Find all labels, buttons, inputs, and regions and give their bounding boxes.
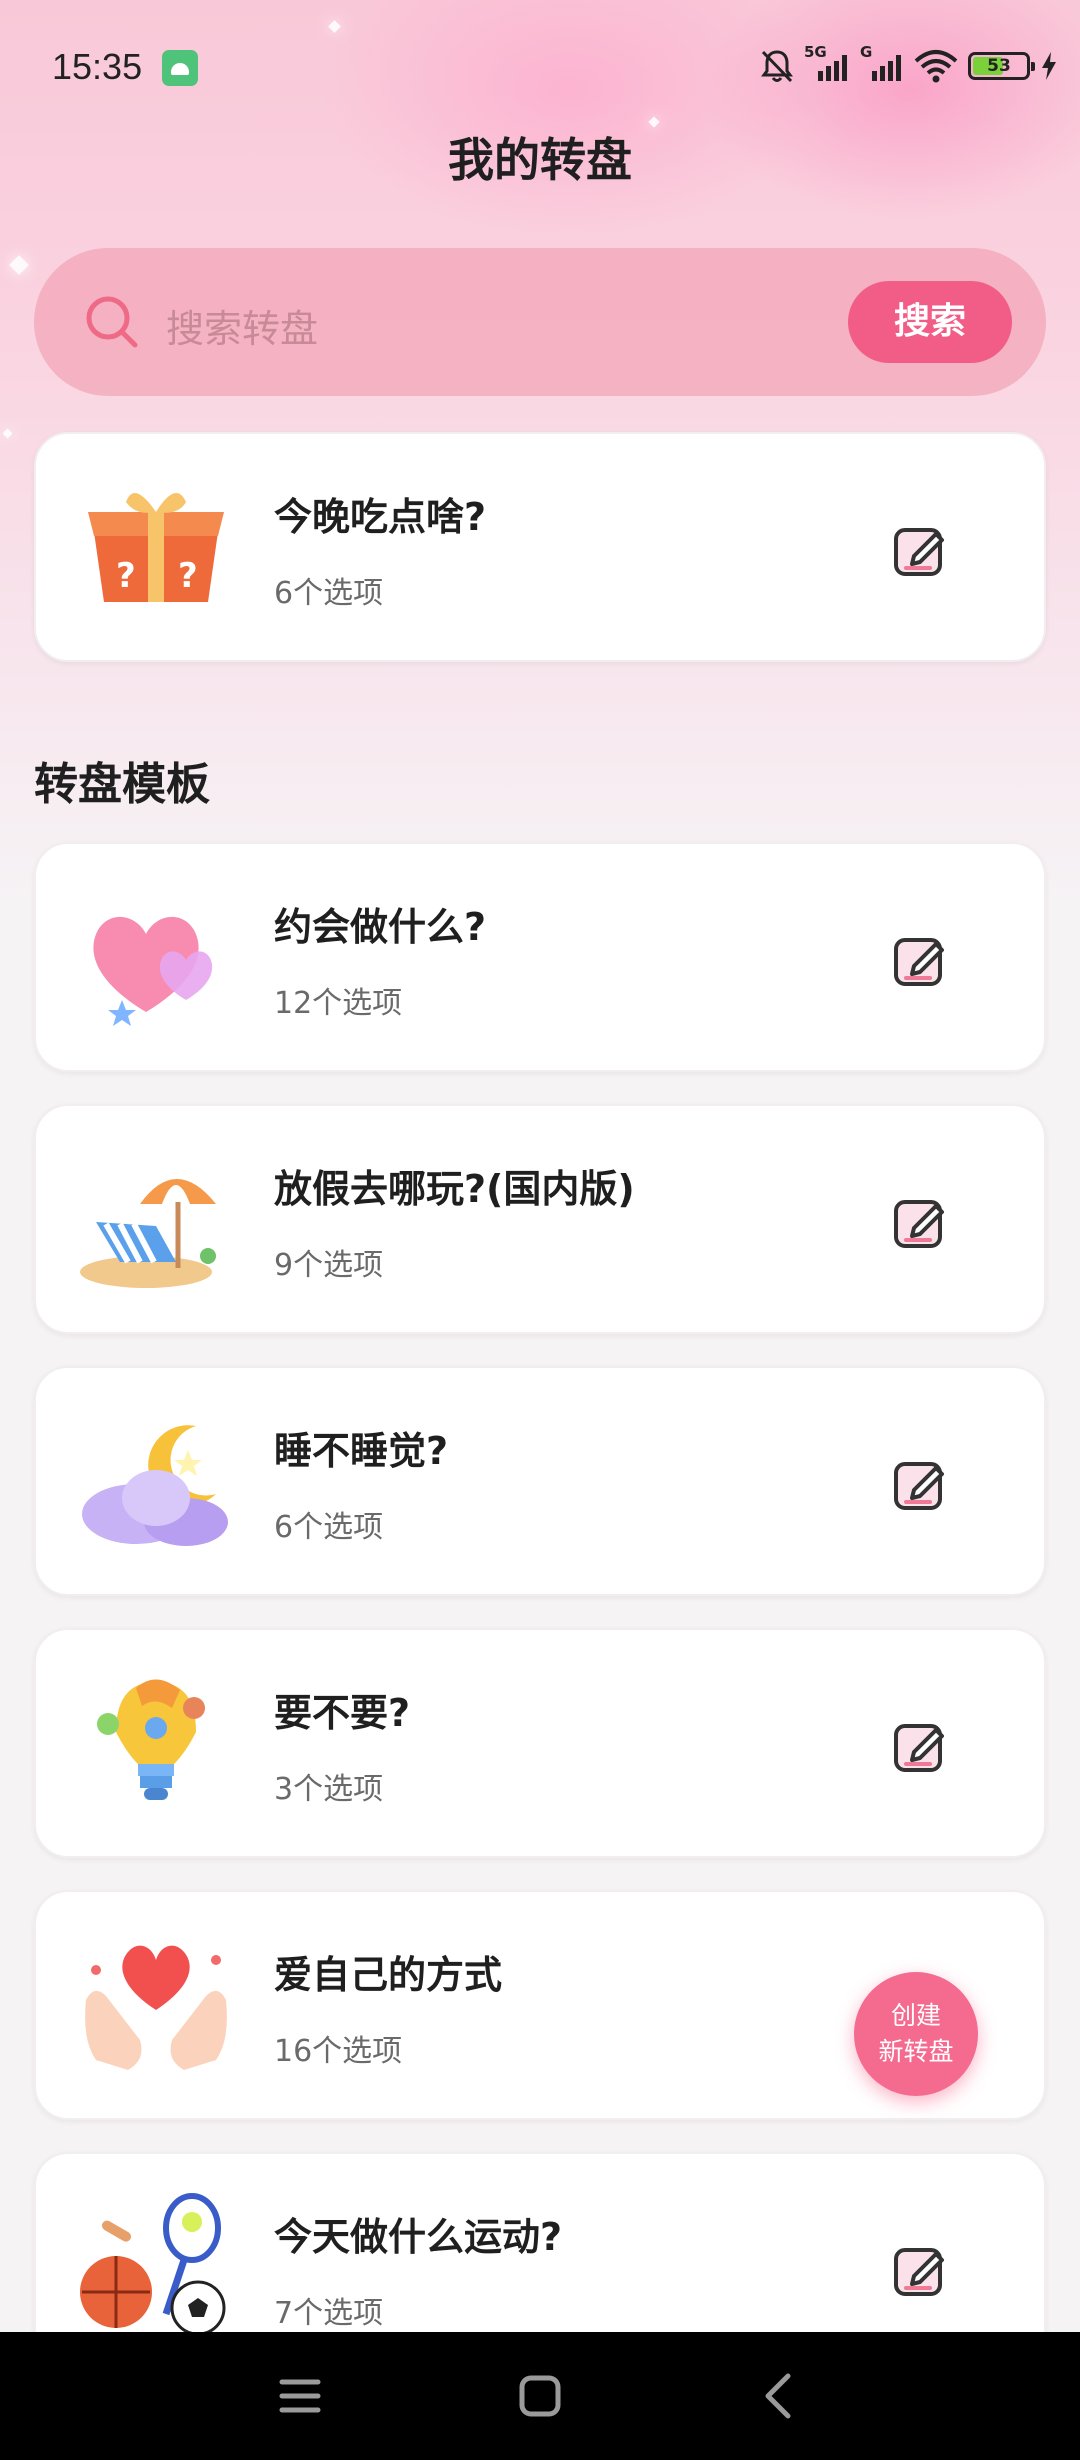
page-title: 我的转盘 — [448, 133, 632, 187]
lightbulb-icon — [97, 1679, 205, 1800]
template-option-count: 12个选项 — [274, 986, 403, 1021]
back-icon[interactable] — [718, 2332, 838, 2460]
cellular-signal-icon: 5G — [804, 43, 850, 81]
template-option-count: 9个选项 — [274, 1248, 384, 1283]
template-title: 今天做什么运动? — [274, 2215, 563, 2259]
template-card[interactable]: 放假去哪玩?(国内版) 9个选项 — [34, 1104, 1046, 1334]
search-bar[interactable]: 搜索转盘 搜索 — [34, 248, 1046, 396]
hearts-icon — [93, 916, 213, 1026]
create-wheel-label-line1: 创建 — [890, 2001, 941, 2030]
search-icon — [86, 296, 138, 348]
edit-icon[interactable] — [892, 1194, 948, 1250]
edit-icon[interactable] — [892, 1718, 948, 1774]
template-title: 睡不睡觉? — [274, 1429, 449, 1473]
sports-balls-icon — [80, 2193, 226, 2336]
svg-text:?: ? — [116, 556, 136, 596]
edit-icon[interactable] — [892, 932, 948, 988]
status-time: 15:35 — [52, 46, 143, 87]
system-navigation-bar — [0, 2332, 1080, 2460]
template-option-count: 16个选项 — [274, 2034, 403, 2069]
search-input[interactable]: 搜索转盘 — [166, 298, 318, 353]
template-title: 爱自己的方式 — [274, 1953, 503, 1997]
template-card[interactable]: 约会做什么? 12个选项 — [34, 842, 1046, 1072]
wheel-title: 今晚吃点啥? — [274, 495, 487, 539]
bell-muted-icon — [761, 50, 793, 83]
battery-icon: 53 — [968, 52, 1035, 80]
status-bar: 15:35 5G G 53 — [0, 0, 1080, 130]
create-wheel-button[interactable]: 创建 新转盘 — [854, 1972, 978, 2096]
create-wheel-label-line2: 新转盘 — [878, 2037, 954, 2066]
edit-icon[interactable] — [892, 2242, 948, 2298]
menu-icon[interactable] — [240, 2332, 360, 2460]
template-option-count: 3个选项 — [274, 1772, 384, 1807]
template-card[interactable]: 睡不睡觉? 6个选项 — [34, 1366, 1046, 1596]
cellular-signal-2-icon: G — [860, 43, 904, 81]
android-app-icon — [162, 50, 198, 86]
template-title: 约会做什么? — [274, 905, 487, 949]
template-title: 放假去哪玩?(国内版) — [274, 1167, 635, 1211]
template-option-count: 7个选项 — [274, 2296, 384, 2331]
edit-icon[interactable] — [892, 522, 948, 578]
template-card[interactable]: 要不要? 3个选项 — [34, 1628, 1046, 1858]
charging-bolt-icon — [1042, 52, 1056, 80]
mystery-box-icon: ? ? — [88, 493, 224, 602]
moon-cloud-icon — [82, 1425, 228, 1546]
heart-hands-icon — [85, 1945, 227, 2070]
wheel-card[interactable]: ? ? 今晚吃点啥? 6个选项 — [34, 432, 1046, 662]
search-button[interactable]: 搜索 — [848, 281, 1012, 363]
template-title: 要不要? — [274, 1691, 411, 1735]
wheel-option-count: 6个选项 — [274, 576, 384, 611]
svg-text:?: ? — [178, 556, 198, 596]
wifi-icon — [914, 50, 958, 83]
template-option-count: 6个选项 — [274, 1510, 384, 1545]
beach-chair-icon — [80, 1179, 216, 1288]
home-icon[interactable] — [480, 2332, 600, 2460]
section-heading-templates: 转盘模板 — [34, 759, 210, 810]
edit-icon[interactable] — [892, 1456, 948, 1512]
